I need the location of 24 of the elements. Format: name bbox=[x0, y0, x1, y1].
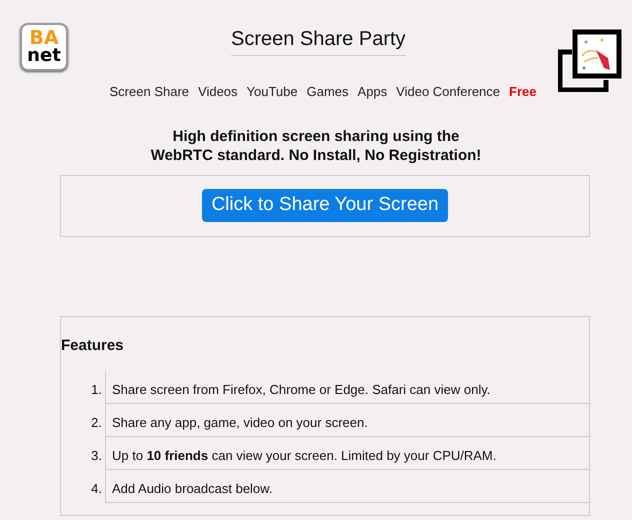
logo-text: BA bbox=[29, 29, 59, 48]
nav-link-item[interactable]: Video Conference bbox=[396, 82, 500, 102]
headline-text: High definition screen sharing using the bbox=[172, 126, 460, 146]
feature-text: Share screen from Firefox, Chrome or Edge. Safari can view only. bbox=[112, 382, 490, 397]
share-screen-button[interactable]: Click to Share Your Screen bbox=[202, 189, 448, 222]
nav-link-item[interactable]: Free bbox=[509, 82, 536, 102]
nav-link-item[interactable]: Screen Share bbox=[110, 82, 190, 102]
list-number: 4. bbox=[90, 480, 102, 498]
page-title: Screen Share Party bbox=[231, 24, 406, 56]
party-popper-icon[interactable] bbox=[558, 28, 622, 92]
headline-text: WebRTC standard. No Install, No Registration! bbox=[150, 146, 482, 164]
list-number: 3. bbox=[90, 447, 102, 465]
nav-link-item[interactable]: YouTube bbox=[246, 82, 298, 102]
nav-link-item[interactable]: Videos bbox=[198, 82, 238, 102]
list-number: 1. bbox=[90, 381, 102, 399]
features-heading: Features bbox=[61, 336, 125, 356]
logo-text: net bbox=[27, 47, 61, 65]
list-number: 2. bbox=[90, 414, 102, 432]
banet-logo[interactable]: BA net bbox=[20, 23, 68, 71]
nav-link-item[interactable]: Apps bbox=[358, 82, 388, 102]
feature-text: Share any app, game, video on your screen. bbox=[112, 415, 368, 430]
feature-text: Up to 10 friends can view your screen. Limited by your CPU/RAM. bbox=[112, 448, 496, 463]
feature-text: Add Audio broadcast below. bbox=[112, 481, 272, 496]
nav-link-item[interactable]: Games bbox=[306, 82, 349, 102]
